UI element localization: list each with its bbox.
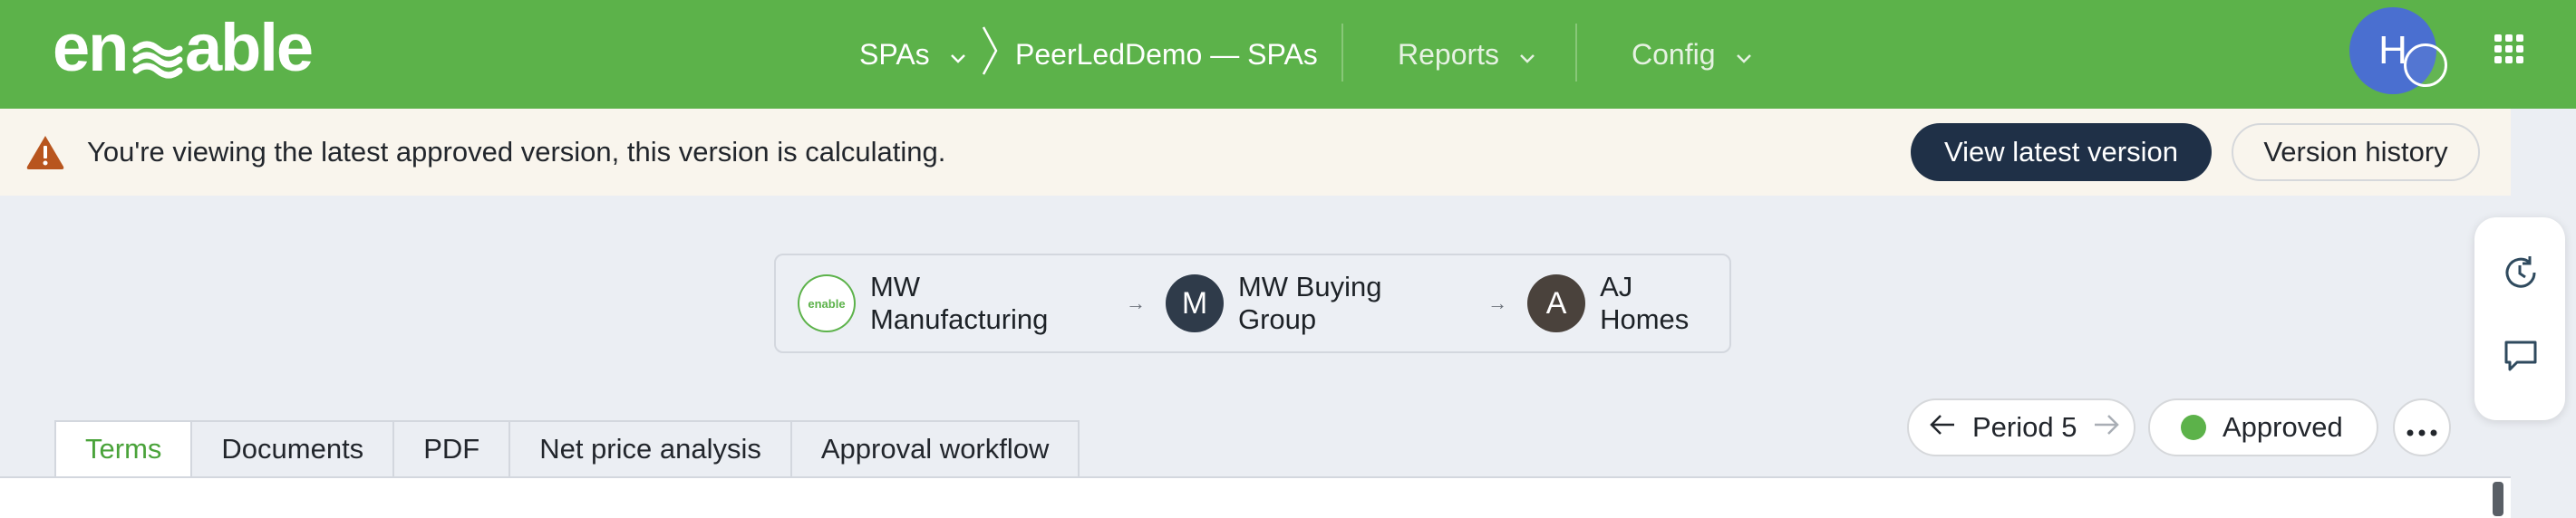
chain-node-manufacturer[interactable]: enable MW Manufacturing [798, 271, 1106, 336]
side-action-panel [2474, 217, 2565, 420]
arrow-right-icon: → [1487, 292, 1508, 314]
scrollbar-thumb[interactable] [2493, 482, 2503, 516]
svg-text:able: able [185, 13, 312, 85]
nav-divider [1341, 24, 1343, 82]
chevron-down-icon [1519, 38, 1535, 72]
top-navigation-bar: en able SPAs PeerLedDemo — SPAs Reports … [0, 0, 2576, 109]
tab-approval-workflow[interactable]: Approval workflow [791, 420, 1080, 478]
tab-documents[interactable]: Documents [192, 420, 395, 478]
chevron-down-icon [1736, 38, 1752, 72]
chain-node-buying-group[interactable]: M MW Buying Group [1166, 271, 1467, 336]
enable-logo[interactable]: en able [53, 13, 334, 85]
nav-config-label: Config [1632, 37, 1716, 71]
version-history-button[interactable]: Version history [2232, 123, 2480, 181]
comment-icon[interactable] [2502, 337, 2540, 379]
warning-icon [25, 132, 65, 172]
tab-bar: Terms Documents PDF Net price analysis A… [54, 420, 1080, 478]
more-options-button[interactable] [2393, 398, 2451, 456]
breadcrumb-separator [981, 0, 999, 109]
manufacturer-logo: enable [798, 274, 856, 332]
nav-spas-label: SPAs [859, 37, 930, 71]
tab-terms[interactable]: Terms [54, 420, 193, 478]
chevron-right-icon [981, 25, 999, 83]
chain-node-customer[interactable]: A AJ Homes [1527, 271, 1729, 336]
status-dot [2181, 415, 2206, 440]
nav-config-dropdown[interactable]: Config [1632, 0, 1752, 109]
avatar-status-ring [2404, 43, 2447, 87]
period-label: Period 5 [1972, 411, 2077, 443]
view-latest-version-button[interactable]: View latest version [1911, 123, 2212, 181]
banner-message: You're viewing the latest approved versi… [87, 136, 946, 168]
nav-divider [1575, 24, 1577, 82]
more-icon [2407, 411, 2437, 444]
trading-chain: enable MW Manufacturing → M MW Buying Gr… [774, 254, 1731, 353]
breadcrumb-current-label: PeerLedDemo — SPAs [1015, 37, 1318, 71]
status-label: Approved [2223, 411, 2343, 443]
svg-text:en: en [53, 13, 127, 85]
arrow-right-icon: → [1126, 292, 1146, 314]
nav-spas-dropdown[interactable]: SPAs [859, 0, 966, 109]
chevron-down-icon [950, 38, 966, 72]
tab-net-price-analysis[interactable]: Net price analysis [510, 420, 792, 478]
chain-node-label: AJ Homes [1600, 271, 1690, 335]
breadcrumb-current-page[interactable]: PeerLedDemo — SPAs [1015, 0, 1318, 109]
arrow-left-icon[interactable] [1929, 411, 1956, 444]
version-warning-banner: You're viewing the latest approved versi… [0, 109, 2511, 196]
status-badge[interactable]: Approved [2148, 398, 2378, 456]
apps-grid-icon[interactable] [2494, 34, 2523, 63]
chain-node-label: MW Manufacturing [869, 271, 1049, 335]
nav-reports-label: Reports [1398, 37, 1500, 71]
chain-node-label: MW Buying Group [1237, 271, 1382, 335]
arrow-right-icon[interactable] [2093, 411, 2120, 444]
history-icon[interactable] [2502, 254, 2540, 296]
tab-content-area [0, 476, 2511, 518]
period-selector: Period 5 [1907, 398, 2135, 456]
buying-group-avatar: M [1166, 274, 1224, 332]
tab-pdf[interactable]: PDF [394, 420, 511, 478]
nav-reports-dropdown[interactable]: Reports [1398, 0, 1535, 109]
customer-avatar: A [1527, 274, 1586, 332]
